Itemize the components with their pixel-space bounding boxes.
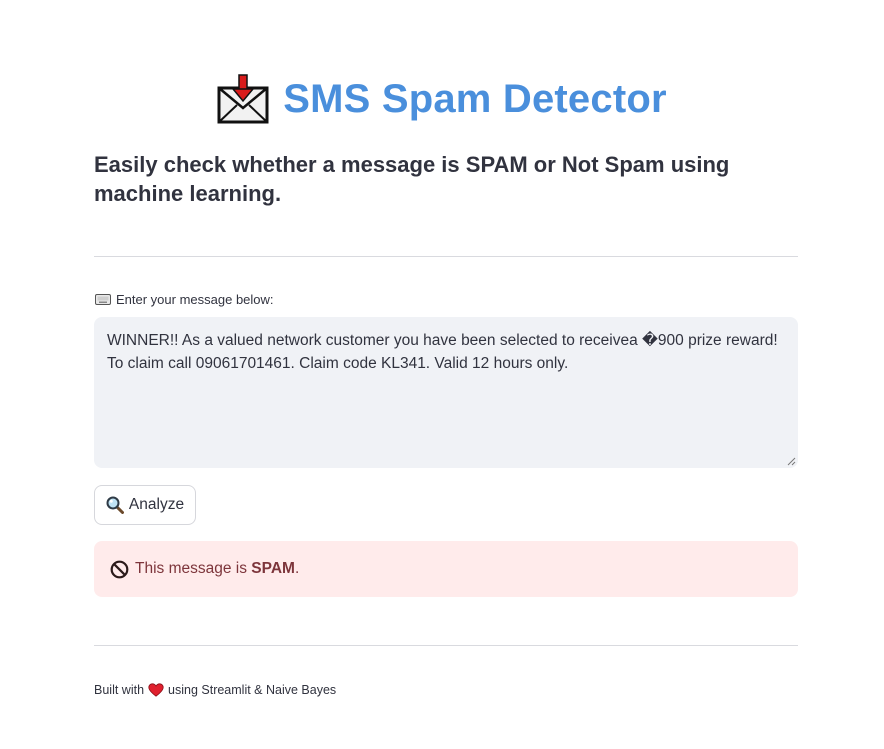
message-input-label: Enter your message below: bbox=[95, 292, 274, 307]
result-alert: This message is SPAM. bbox=[94, 541, 798, 597]
top-divider bbox=[94, 256, 798, 257]
page-subtitle: Easily check whether a message is SPAM o… bbox=[94, 152, 730, 206]
page-title: SMS Spam Detector bbox=[283, 77, 667, 121]
heart-icon bbox=[148, 683, 164, 697]
analyze-button[interactable]: Analyze bbox=[94, 485, 196, 525]
result-text: This message is SPAM. bbox=[135, 560, 299, 578]
result-prefix: This message is bbox=[135, 560, 252, 577]
analyze-button-label: Analyze bbox=[128, 496, 185, 513]
result-suffix: . bbox=[294, 560, 300, 577]
footer-prefix: Built with bbox=[94, 683, 145, 697]
resize-handle-icon[interactable] bbox=[787, 457, 796, 466]
prohibited-icon bbox=[110, 560, 129, 578]
title-row: SMS Spam Detector bbox=[0, 74, 884, 124]
incoming-envelope-icon bbox=[217, 74, 269, 124]
input-label-text: Enter your message below: bbox=[116, 292, 274, 307]
bottom-divider bbox=[94, 645, 798, 646]
app-page: SMS Spam Detector Easily check whether a… bbox=[0, 0, 884, 749]
keyboard-icon bbox=[95, 294, 111, 305]
magnifying-glass-icon bbox=[106, 496, 124, 514]
message-textarea[interactable]: WINNER!! As a valued network customer yo… bbox=[94, 317, 798, 468]
result-verdict: SPAM bbox=[251, 560, 295, 577]
footer-suffix: using Streamlit & Naive Bayes bbox=[168, 683, 337, 697]
message-text: WINNER!! As a valued network customer yo… bbox=[107, 332, 778, 372]
footer: Built with using Streamlit & Naive Bayes bbox=[94, 683, 336, 697]
